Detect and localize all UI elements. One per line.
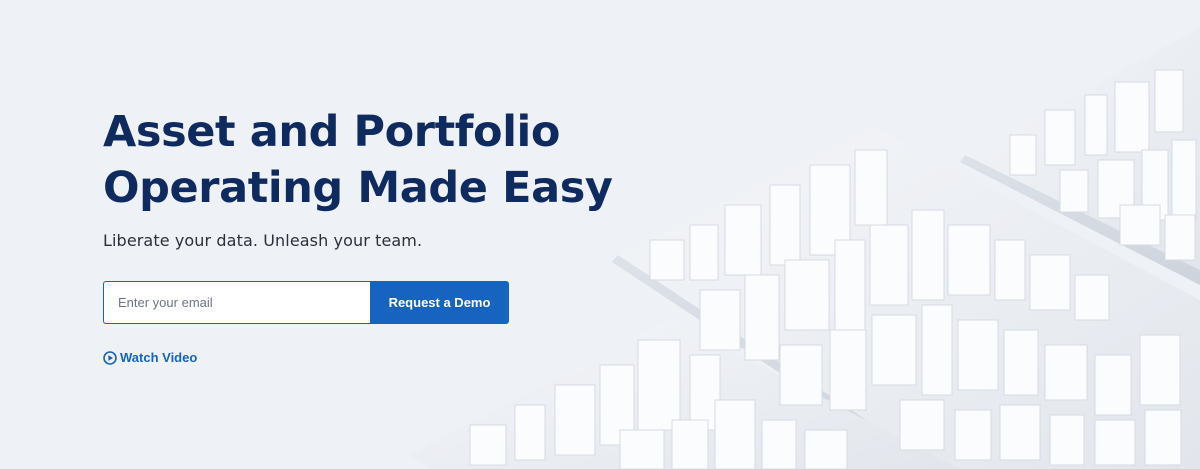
headline-line-2: Operating Made Easy: [103, 163, 613, 213]
hero-subheadline: Liberate your data. Unleash your team.: [103, 231, 423, 250]
headline-line-1: Asset and Portfolio: [103, 107, 561, 157]
watch-video-label: Watch Video: [120, 350, 198, 365]
hero-content: Asset and Portfolio Operating Made Easy …: [103, 104, 663, 252]
play-circle-icon: [103, 350, 117, 365]
hero-headline: Asset and Portfolio Operating Made Easy: [103, 104, 663, 216]
hero-section: Asset and Portfolio Operating Made Easy …: [0, 0, 1200, 469]
watch-video-link[interactable]: Watch Video: [103, 350, 197, 365]
demo-request-form: Request a Demo: [103, 281, 509, 324]
request-demo-button[interactable]: Request a Demo: [370, 281, 509, 324]
email-input[interactable]: [103, 281, 370, 324]
